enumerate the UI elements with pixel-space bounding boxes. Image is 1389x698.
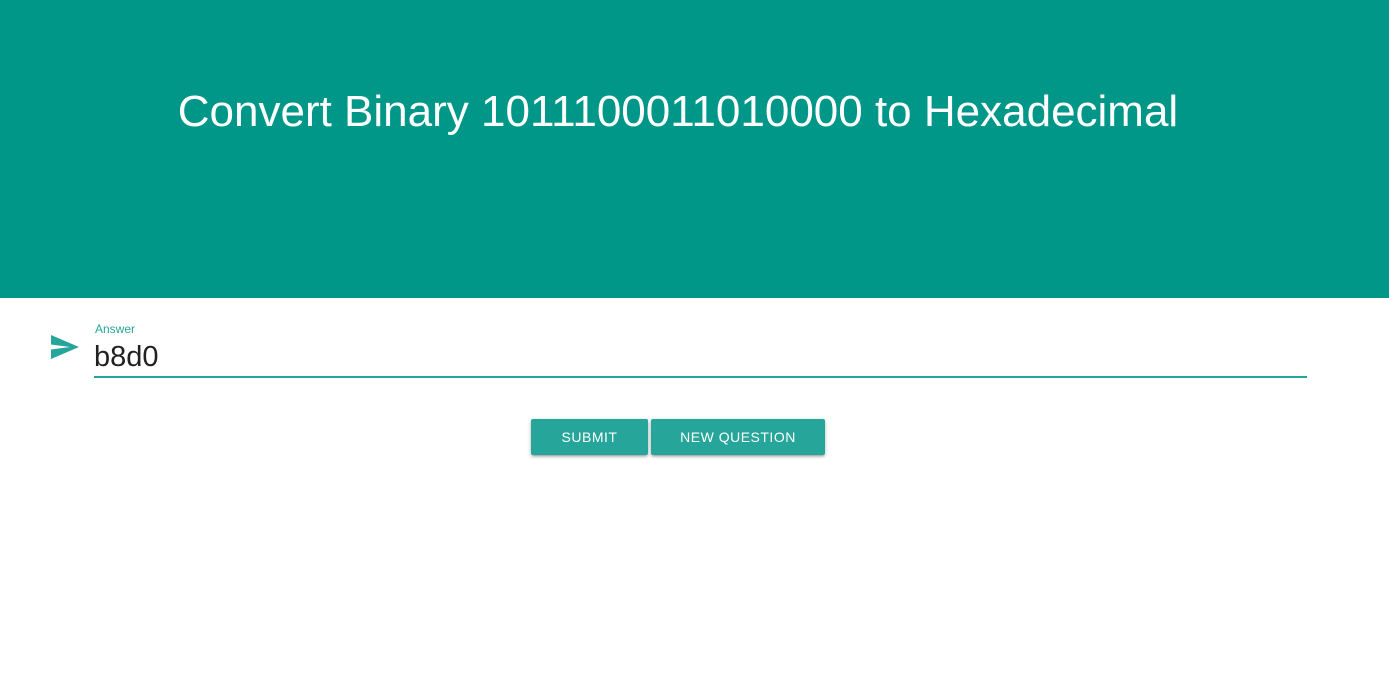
answer-input[interactable] (94, 338, 1307, 378)
answer-label: Answer (95, 322, 136, 336)
new-question-button[interactable]: NEW QUESTION (651, 419, 825, 455)
action-buttons: SUBMIT NEW QUESTION (0, 419, 1389, 455)
send-icon (50, 334, 80, 360)
page-title: Convert Binary 1011100011010000 to Hexad… (177, 87, 1179, 136)
header-banner: Convert Binary 1011100011010000 to Hexad… (0, 0, 1389, 298)
answer-field: Answer (94, 320, 1307, 380)
answer-row: Answer (0, 298, 1389, 398)
submit-button[interactable]: SUBMIT (531, 419, 648, 455)
